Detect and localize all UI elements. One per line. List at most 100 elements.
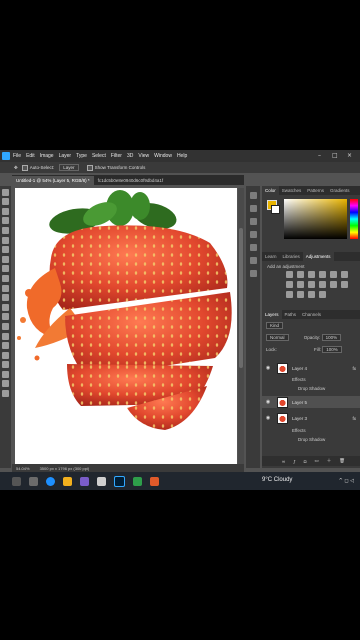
vibrance-icon[interactable] xyxy=(330,271,337,278)
new-layer-icon[interactable]: ＋ xyxy=(327,458,332,464)
menu-3d[interactable]: 3D xyxy=(127,153,133,159)
tab-adjustments[interactable]: Adjustments xyxy=(302,252,334,261)
pen-icon[interactable] xyxy=(2,332,9,340)
system-tray[interactable]: ^ ◻ ◁ xyxy=(339,478,354,484)
history-icon[interactable] xyxy=(249,192,257,199)
curves-icon[interactable] xyxy=(308,271,315,278)
document-canvas[interactable] xyxy=(15,188,237,464)
fill-field[interactable]: 100% xyxy=(322,346,342,353)
fx-icon[interactable]: fx xyxy=(352,416,356,421)
menu-help[interactable]: Help xyxy=(177,153,187,159)
brush-icon[interactable] xyxy=(2,265,9,273)
visibility-eye-icon[interactable]: ◉ xyxy=(265,415,271,421)
eyedropper-icon[interactable] xyxy=(2,246,9,254)
brush-settings-icon[interactable] xyxy=(249,218,257,225)
channel-mixer-icon[interactable] xyxy=(319,281,326,288)
show-transform-checkbox[interactable] xyxy=(86,164,93,171)
layer-row-layer-4[interactable]: ◉ Layer 4 fx xyxy=(262,362,360,374)
drop-shadow-effect[interactable]: Drop Shadow xyxy=(298,386,325,391)
threshold-icon[interactable] xyxy=(297,291,304,298)
zoom-icon[interactable] xyxy=(2,380,9,388)
visibility-eye-icon[interactable]: ◉ xyxy=(265,365,271,371)
office-app-icon[interactable] xyxy=(150,476,159,486)
paragraph-icon[interactable] xyxy=(249,244,257,251)
menu-edit[interactable]: Edit xyxy=(26,153,35,159)
photo-filter-icon[interactable] xyxy=(308,281,315,288)
color-balance-icon[interactable] xyxy=(286,281,293,288)
info-icon[interactable] xyxy=(249,270,257,277)
eraser-icon[interactable] xyxy=(2,294,9,302)
task-view-icon[interactable] xyxy=(29,476,38,486)
tab-color[interactable]: Color xyxy=(262,186,279,195)
photoshop-logo-icon[interactable] xyxy=(2,152,10,160)
menu-layer[interactable]: Layer xyxy=(59,153,72,159)
menu-image[interactable]: Image xyxy=(40,153,54,159)
scrollbar-thumb[interactable] xyxy=(239,228,243,368)
auto-select-checkbox[interactable] xyxy=(21,164,28,171)
levels-icon[interactable] xyxy=(297,271,304,278)
hue-slider[interactable] xyxy=(350,199,358,239)
blend-mode-dropdown[interactable]: Normal xyxy=(266,334,289,341)
tab-paths[interactable]: Paths xyxy=(282,310,300,319)
opacity-field[interactable]: 100% xyxy=(321,334,342,341)
tab-libraries[interactable]: Libraries xyxy=(280,252,303,261)
fx-icon[interactable]: fx xyxy=(352,366,356,371)
more-tools-icon[interactable] xyxy=(2,390,9,398)
close-button[interactable]: × xyxy=(347,152,352,159)
auto-select-target-dropdown[interactable]: Layer xyxy=(59,164,79,171)
clone-stamp-icon[interactable] xyxy=(2,274,9,282)
frame-icon[interactable] xyxy=(2,236,9,244)
menu-window[interactable]: Window xyxy=(154,153,172,159)
glyphs-icon[interactable] xyxy=(249,257,257,264)
menu-type[interactable]: Type xyxy=(76,153,87,159)
menu-select[interactable]: Select xyxy=(92,153,106,159)
tab-patterns[interactable]: Patterns xyxy=(304,186,327,195)
invert-icon[interactable] xyxy=(341,281,348,288)
file-explorer-icon[interactable] xyxy=(63,476,72,486)
type-icon[interactable] xyxy=(2,342,9,350)
menu-view[interactable]: View xyxy=(138,153,149,159)
layer-kind-filter[interactable]: Kind xyxy=(266,322,284,329)
color-picker-field[interactable] xyxy=(284,199,347,239)
maximize-button[interactable]: □ xyxy=(332,152,338,159)
color-lookup-icon[interactable] xyxy=(330,281,337,288)
move-tool-icon[interactable]: ✥ xyxy=(14,165,18,171)
rectangle-icon[interactable] xyxy=(2,361,9,369)
selective-color-icon[interactable] xyxy=(319,291,326,298)
new-group-icon[interactable]: ▭ xyxy=(314,458,318,464)
tab-untitled-1[interactable]: Untitled-1 @ 54% (Layer 5, RGB/8) * xyxy=(12,176,94,185)
link-layers-icon[interactable]: ∞ xyxy=(282,459,285,464)
weather-widget[interactable]: 9°C Cloudy xyxy=(262,477,292,483)
add-mask-icon[interactable]: ◘ xyxy=(304,459,307,464)
color-panel-background-swatch[interactable] xyxy=(271,205,280,214)
minimize-button[interactable]: – xyxy=(318,152,321,159)
dodge-icon[interactable] xyxy=(2,322,9,330)
gradient-map-icon[interactable] xyxy=(308,291,315,298)
tab-swatches[interactable]: Swatches xyxy=(279,186,305,195)
character-icon[interactable] xyxy=(249,231,257,238)
menu-filter[interactable]: Filter xyxy=(111,153,122,159)
gradient-icon[interactable] xyxy=(2,303,9,311)
layer-row-layer-5[interactable]: ◉ Layer 5 xyxy=(262,396,360,408)
tab-gradients[interactable]: Gradients xyxy=(327,186,353,195)
zoom-level[interactable]: 54.04% xyxy=(16,466,30,471)
lasso-icon[interactable] xyxy=(2,207,9,215)
hand-icon[interactable] xyxy=(2,370,9,378)
healing-brush-icon[interactable] xyxy=(2,255,9,263)
path-select-icon[interactable] xyxy=(2,351,9,359)
layer-row-layer-3[interactable]: ◉ Layer 3 fx xyxy=(262,412,360,424)
crop-icon[interactable] xyxy=(2,226,9,234)
photoshop-taskbar-icon[interactable] xyxy=(114,475,125,487)
add-style-icon[interactable]: ƒ xyxy=(293,459,296,464)
mail-icon[interactable] xyxy=(97,476,106,486)
delete-layer-icon[interactable]: 🗑 xyxy=(339,458,345,464)
menu-file[interactable]: File xyxy=(13,153,21,159)
canvas-vertical-scrollbar[interactable] xyxy=(238,188,244,464)
store-icon[interactable] xyxy=(80,476,89,486)
black-white-icon[interactable] xyxy=(297,281,304,288)
marquee-icon[interactable] xyxy=(2,198,9,206)
history-brush-icon[interactable] xyxy=(2,284,9,292)
hue-saturation-icon[interactable] xyxy=(341,271,348,278)
posterize-icon[interactable] xyxy=(286,291,293,298)
drop-shadow-effect[interactable]: Drop Shadow xyxy=(298,437,325,442)
